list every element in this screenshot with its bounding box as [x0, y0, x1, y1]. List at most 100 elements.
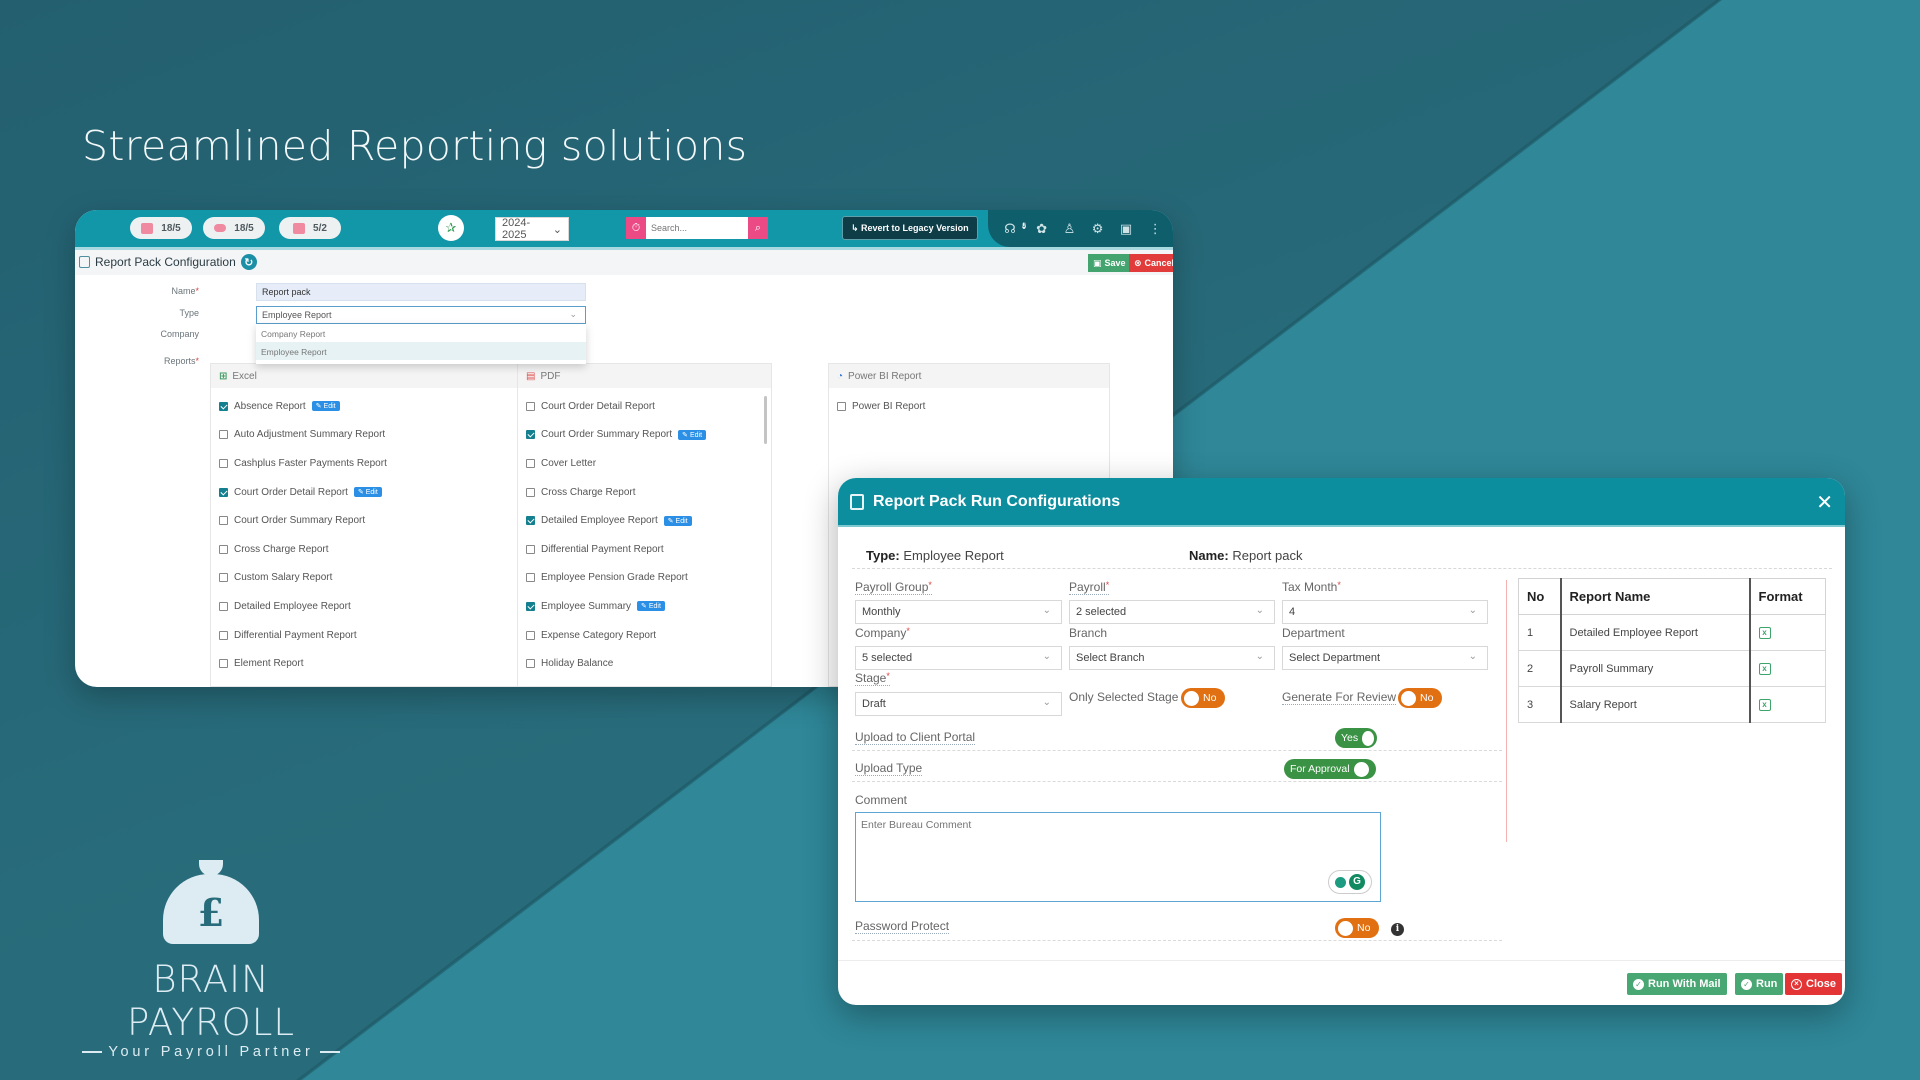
edit-report-button[interactable]: ✎ Edit — [637, 601, 665, 612]
report-list-item[interactable]: Auto Adjustment Summary Report — [219, 421, 558, 450]
report-checkbox[interactable] — [526, 573, 535, 583]
save-button[interactable]: ▣ Save — [1088, 254, 1131, 272]
grammar-assistant-widget[interactable]: G — [1328, 870, 1372, 894]
payroll-group-select[interactable]: Monthly ⌄ — [855, 600, 1062, 624]
report-checkbox[interactable] — [526, 630, 535, 640]
divider — [852, 568, 1832, 569]
edit-report-button[interactable]: ✎ Edit — [663, 515, 692, 526]
report-checkbox[interactable] — [219, 458, 228, 468]
report-checkbox[interactable] — [219, 516, 228, 526]
password-protect-toggle[interactable]: No — [1335, 918, 1379, 938]
report-label: Element Report — [234, 658, 304, 670]
report-checkbox[interactable] — [526, 516, 535, 526]
excel-icon[interactable]: x — [1758, 699, 1771, 711]
close-button[interactable]: × Close — [1785, 973, 1842, 995]
report-checkbox[interactable] — [219, 573, 228, 583]
report-list-item[interactable]: Holiday Balance — [526, 649, 763, 678]
run-button[interactable]: ✓ Run — [1735, 973, 1784, 995]
brand-logo: £ BRAIN PAYROLL Your Payroll Partner — [76, 860, 346, 1060]
stat-pill-crown[interactable]: 5/2 — [279, 217, 341, 239]
edit-report-button[interactable]: ✎ Edit — [353, 487, 382, 498]
excel-icon[interactable]: x — [1758, 663, 1771, 675]
report-list-item[interactable]: Detailed Employee Report ✎ Edit — [526, 506, 763, 535]
user-edit-icon[interactable]: ♙ — [1064, 221, 1076, 237]
report-checkbox[interactable] — [219, 630, 228, 640]
search-input[interactable] — [646, 217, 748, 239]
report-list-item[interactable]: Cover Letter — [526, 449, 763, 478]
report-checkbox[interactable] — [219, 430, 228, 440]
only-selected-stage-toggle[interactable]: No — [1181, 688, 1225, 708]
history-icon[interactable]: ⏱ — [626, 217, 646, 239]
report-list-item[interactable]: Holiday Report — [526, 678, 763, 688]
report-checkbox[interactable] — [219, 601, 228, 611]
report-list-item[interactable]: Court Order Detail Report ✎ Edit — [219, 478, 558, 507]
scrollbar[interactable] — [764, 396, 767, 444]
report-checkbox[interactable] — [526, 458, 535, 468]
report-checkbox[interactable] — [219, 401, 228, 411]
report-list-item[interactable]: Employee Pension Grade Report — [526, 564, 763, 593]
edit-report-button[interactable]: ✎ Edit — [311, 401, 340, 412]
report-checkbox[interactable] — [526, 401, 535, 411]
report-list-item[interactable]: Power BI Report — [837, 392, 1101, 421]
close-icon[interactable]: ✕ — [1816, 490, 1833, 515]
report-checkbox[interactable] — [526, 487, 535, 497]
report-checkbox[interactable] — [526, 659, 535, 669]
stage-select[interactable]: Draft ⌄ — [855, 692, 1062, 716]
branch-select[interactable]: Select Branch ⌄ — [1069, 646, 1275, 670]
tax-year-value[interactable]: 2024-2025 ⌄ — [495, 217, 569, 241]
settings-icon[interactable]: ⚙ — [1092, 221, 1104, 237]
report-list-item[interactable]: Differential Payment Report — [526, 535, 763, 564]
upload-client-portal-toggle[interactable]: Yes — [1335, 728, 1377, 748]
pin-button[interactable]: ✰ — [438, 215, 464, 241]
payroll-select[interactable]: 2 selected ⌄ — [1069, 600, 1275, 624]
report-list-item[interactable]: Differential Payment Report — [219, 621, 558, 650]
type-select[interactable]: Employee Report ⌄ — [256, 306, 586, 324]
stat-pill-pill[interactable]: 18/5 — [203, 217, 265, 239]
play-icon[interactable]: ▣ — [1120, 221, 1132, 237]
revert-legacy-button[interactable]: ↳ Revert to Legacy Version — [842, 216, 978, 240]
edit-report-button[interactable]: ✎ Edit — [678, 429, 707, 440]
report-list-item[interactable]: Cashplus Faster Payments Report — [219, 449, 558, 478]
search-icon[interactable]: ⌕ — [748, 217, 768, 239]
report-checkbox[interactable] — [837, 401, 846, 411]
excel-icon[interactable]: x — [1758, 627, 1771, 639]
report-list-item[interactable]: Custom Salary Report — [219, 564, 558, 593]
report-checkbox[interactable] — [526, 544, 535, 554]
report-checkbox[interactable] — [219, 544, 228, 554]
report-list-item[interactable]: Detailed Employee Report — [219, 592, 558, 621]
report-checkbox[interactable] — [219, 487, 228, 497]
report-list-item[interactable]: Cross Charge Report — [219, 535, 558, 564]
name-input[interactable]: Report pack — [256, 283, 586, 301]
run-with-mail-button[interactable]: ✓ Run With Mail — [1627, 973, 1727, 995]
report-checkbox[interactable] — [526, 430, 535, 440]
report-list-item[interactable]: Absence Report ✎ Edit — [219, 392, 558, 421]
report-list-item[interactable]: Employee Summary ✎ Edit — [526, 592, 763, 621]
report-checkbox[interactable] — [526, 601, 535, 611]
report-list-item[interactable]: Expense Category Report — [526, 621, 763, 650]
report-list-item[interactable]: Cross Charge Report — [526, 478, 763, 507]
report-list-item[interactable]: Court Order Summary Report — [219, 506, 558, 535]
headset-icon[interactable]: ☊ 0 — [1004, 221, 1026, 237]
upload-type-toggle[interactable]: For Approval — [1284, 759, 1376, 779]
stat-pill-presentation[interactable]: 18/5 — [130, 217, 192, 239]
report-list-item[interactable]: Element Report — [219, 649, 558, 678]
comment-textarea[interactable] — [855, 812, 1381, 902]
type-option-employee[interactable]: Employee Report — [256, 342, 586, 360]
type-option-company[interactable]: Company Report — [256, 324, 586, 342]
report-checkbox[interactable] — [219, 659, 228, 669]
report-label: Employee Summary — [541, 600, 632, 612]
generate-for-review-toggle[interactable]: No — [1398, 688, 1442, 708]
tax-month-select[interactable]: 4 ⌄ — [1282, 600, 1488, 624]
refresh-icon[interactable]: ↻ — [240, 254, 257, 270]
cancel-button[interactable]: ⊗ Cancel — [1129, 254, 1173, 272]
report-list-item[interactable]: Court Order Summary Report ✎ Edit — [526, 421, 763, 450]
tax-year-select[interactable]: Tax Year 2024-2025⌄ — [495, 217, 569, 241]
toggle-knob — [1353, 761, 1369, 777]
company-select[interactable]: 5 selected ⌄ — [855, 646, 1062, 670]
palette-icon[interactable]: ✿ — [1036, 221, 1047, 237]
report-list-item[interactable]: Court Order Detail Report — [526, 392, 763, 421]
chevron-down-icon: ⌄ — [1042, 651, 1051, 662]
info-icon[interactable]: i — [1391, 923, 1404, 936]
department-select[interactable]: Select Department ⌄ — [1282, 646, 1488, 670]
more-icon[interactable]: ⋮ — [1149, 221, 1162, 237]
